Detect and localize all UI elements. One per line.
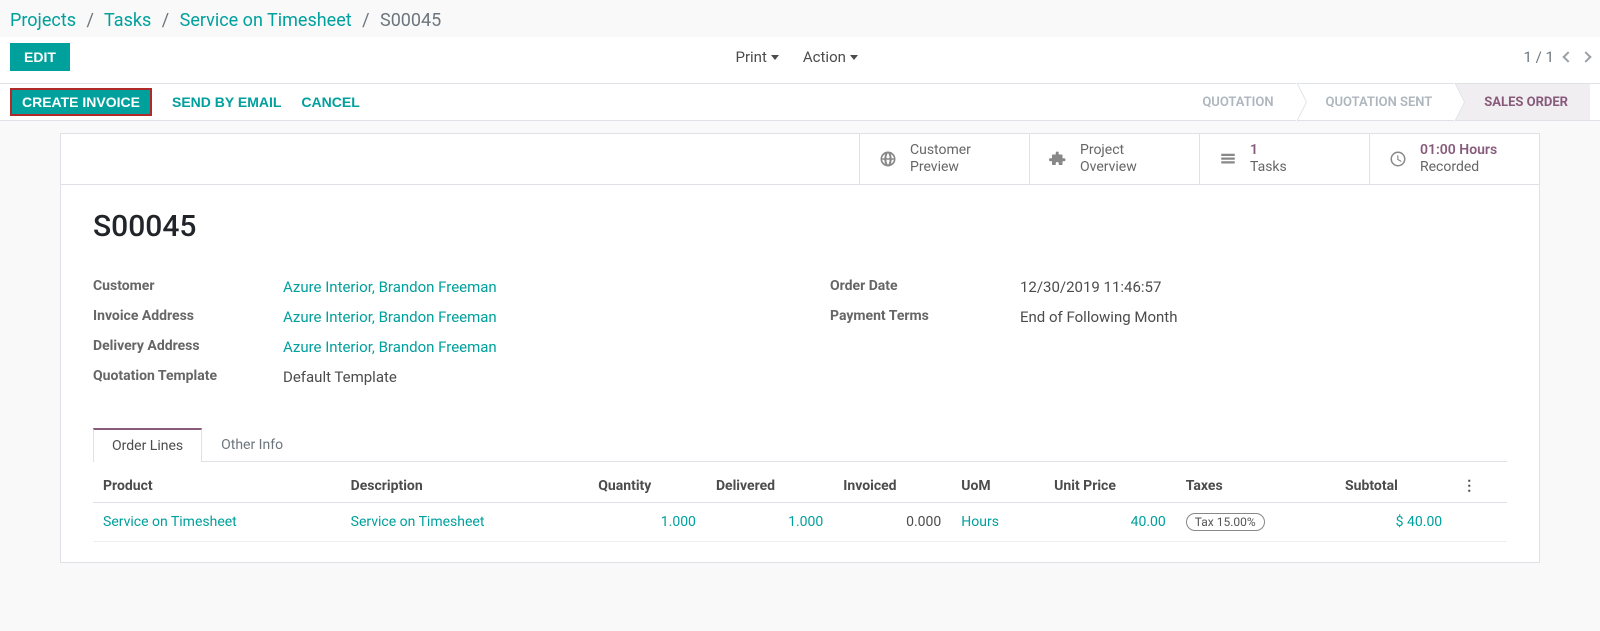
th-quantity[interactable]: Quantity xyxy=(588,470,706,503)
th-product[interactable]: Product xyxy=(93,470,341,503)
breadcrumb: Projects / Tasks / Service on Timesheet … xyxy=(0,0,1600,37)
print-dropdown[interactable]: Print xyxy=(735,48,778,66)
th-subtotal[interactable]: Subtotal xyxy=(1335,470,1452,503)
breadcrumb-service[interactable]: Service on Timesheet xyxy=(180,10,352,31)
th-taxes[interactable]: Taxes xyxy=(1176,470,1335,503)
breadcrumb-sep: / xyxy=(156,10,175,31)
status-sales-order[interactable]: SALES ORDER xyxy=(1454,84,1590,120)
invoice-address-value[interactable]: Azure Interior, Brandon Freeman xyxy=(283,308,497,326)
status-quotation[interactable]: QUOTATION xyxy=(1172,84,1295,120)
pager-next-icon[interactable] xyxy=(1580,51,1591,62)
tab-order-lines[interactable]: Order Lines xyxy=(93,428,202,462)
cancel-button[interactable]: CANCEL xyxy=(301,94,359,110)
project-overview-button[interactable]: Project Overview xyxy=(1029,134,1199,184)
caret-down-icon xyxy=(850,55,858,60)
project-overview-l1: Project xyxy=(1080,142,1137,159)
cell-taxes: Tax 15.00% xyxy=(1176,502,1335,541)
customer-preview-button[interactable]: Customer Preview xyxy=(859,134,1029,184)
invoice-address-label: Invoice Address xyxy=(93,308,283,326)
breadcrumb-sep: / xyxy=(80,10,99,31)
tax-badge: Tax 15.00% xyxy=(1186,513,1265,531)
th-options[interactable]: ⋮ xyxy=(1452,470,1507,503)
cell-uom: Hours xyxy=(951,502,1044,541)
th-invoiced[interactable]: Invoiced xyxy=(833,470,951,503)
clock-icon xyxy=(1388,149,1408,169)
order-lines-table: Product Description Quantity Delivered I… xyxy=(93,470,1507,542)
cell-quantity: 1.000 xyxy=(588,502,706,541)
hours-value: 01:00 Hours xyxy=(1420,142,1497,159)
th-unit-price[interactable]: Unit Price xyxy=(1044,470,1176,503)
delivery-address-value[interactable]: Azure Interior, Brandon Freeman xyxy=(283,338,497,356)
table-row[interactable]: Service on Timesheet Service on Timeshee… xyxy=(93,502,1507,541)
breadcrumb-projects[interactable]: Projects xyxy=(10,10,76,31)
customer-label: Customer xyxy=(93,278,283,296)
payment-terms-value: End of Following Month xyxy=(1020,308,1177,326)
th-delivered[interactable]: Delivered xyxy=(706,470,833,503)
tasks-button[interactable]: 1 Tasks xyxy=(1199,134,1369,184)
cell-product[interactable]: Service on Timesheet xyxy=(93,502,341,541)
order-date-value: 12/30/2019 11:46:57 xyxy=(1020,278,1161,296)
status-steps: QUOTATION QUOTATION SENT SALES ORDER xyxy=(1172,84,1590,120)
status-row: CREATE INVOICE SEND BY EMAIL CANCEL QUOT… xyxy=(0,83,1600,121)
th-uom[interactable]: UoM xyxy=(951,470,1044,503)
delivery-address-label: Delivery Address xyxy=(93,338,283,356)
record-title: S00045 xyxy=(93,209,1507,244)
cell-delivered: 1.000 xyxy=(706,502,833,541)
cell-subtotal: $ 40.00 xyxy=(1335,502,1452,541)
globe-icon xyxy=(878,149,898,169)
puzzle-icon xyxy=(1048,149,1068,169)
control-bar: EDIT Print Action 1 / 1 xyxy=(0,37,1600,83)
quotation-template-value: Default Template xyxy=(283,368,397,386)
pager-text: 1 / 1 xyxy=(1524,48,1555,66)
print-label: Print xyxy=(735,48,766,66)
tasks-label: Tasks xyxy=(1250,159,1287,176)
create-invoice-button[interactable]: CREATE INVOICE xyxy=(10,88,152,116)
breadcrumb-tasks[interactable]: Tasks xyxy=(104,10,151,31)
order-date-label: Order Date xyxy=(830,278,1020,296)
breadcrumb-current: S00045 xyxy=(380,10,441,31)
cell-invoiced: 0.000 xyxy=(833,502,951,541)
action-buttons: CREATE INVOICE SEND BY EMAIL CANCEL xyxy=(10,84,360,120)
hours-recorded-button[interactable]: 01:00 Hours Recorded xyxy=(1369,134,1539,184)
tabs: Order Lines Other Info xyxy=(93,428,1507,462)
stat-buttons: Customer Preview Project Overview 1 xyxy=(61,134,1539,185)
action-dropdown[interactable]: Action xyxy=(803,48,858,66)
form-sheet: Customer Preview Project Overview 1 xyxy=(60,133,1540,563)
project-overview-l2: Overview xyxy=(1080,159,1137,176)
pager-prev-icon[interactable] xyxy=(1562,51,1573,62)
hours-label: Recorded xyxy=(1420,159,1497,176)
customer-preview-l2: Preview xyxy=(910,159,971,176)
customer-value[interactable]: Azure Interior, Brandon Freeman xyxy=(283,278,497,296)
breadcrumb-sep: / xyxy=(356,10,375,31)
quotation-template-label: Quotation Template xyxy=(93,368,283,386)
tasks-count: 1 xyxy=(1250,142,1287,159)
tab-other-info[interactable]: Other Info xyxy=(202,428,302,462)
edit-button[interactable]: EDIT xyxy=(10,43,70,71)
pager: 1 / 1 xyxy=(1524,48,1591,66)
control-center: Print Action xyxy=(70,48,1524,66)
customer-preview-l1: Customer xyxy=(910,142,971,159)
status-quotation-sent[interactable]: QUOTATION SENT xyxy=(1296,84,1455,120)
tasks-icon xyxy=(1218,149,1238,169)
send-email-button[interactable]: SEND BY EMAIL xyxy=(172,94,281,110)
caret-down-icon xyxy=(771,55,779,60)
cell-description[interactable]: Service on Timesheet xyxy=(341,502,589,541)
th-description[interactable]: Description xyxy=(341,470,589,503)
cell-unit-price: 40.00 xyxy=(1044,502,1176,541)
payment-terms-label: Payment Terms xyxy=(830,308,1020,326)
action-label: Action xyxy=(803,48,846,66)
